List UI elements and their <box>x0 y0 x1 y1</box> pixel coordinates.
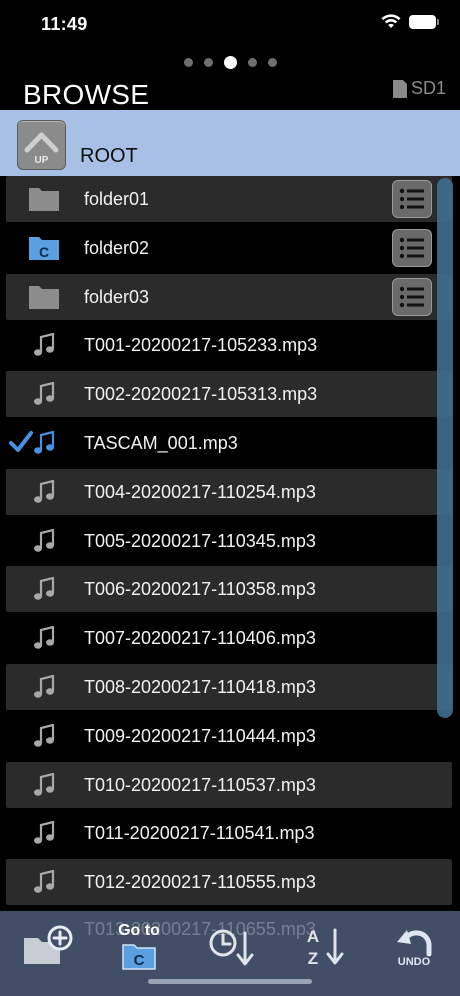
item-name: T004-20200217-110254.mp3 <box>84 482 316 502</box>
file-row[interactable]: T002-20200217-105313.mp3 <box>6 371 452 417</box>
status-bar: 11:49 <box>0 0 460 52</box>
music-note-icon <box>26 818 62 848</box>
music-note-icon <box>26 526 62 556</box>
page-title: BROWSE <box>23 79 150 110</box>
page-dot[interactable] <box>223 55 237 69</box>
scrollbar[interactable] <box>437 178 453 718</box>
item-name: T010-20200217-110537.mp3 <box>84 775 316 795</box>
item-name: T011-20200217-110541.mp3 <box>84 823 315 843</box>
folder-icon <box>26 282 62 312</box>
music-note-icon <box>26 867 62 897</box>
music-note-icon <box>26 574 62 604</box>
up-button[interactable]: UP <box>17 120 66 170</box>
item-name: T012-20200217-110555.mp3 <box>84 872 316 892</box>
item-name: T007-20200217-110406.mp3 <box>84 628 316 648</box>
current-folder-bar: UP ROOT <box>0 110 460 176</box>
item-name: T008-20200217-110418.mp3 <box>84 677 316 697</box>
music-note-icon <box>26 477 62 507</box>
music-note-icon <box>26 623 62 653</box>
page-dot[interactable] <box>267 57 277 67</box>
item-name: TASCAM_001.mp3 <box>84 433 238 453</box>
file-row[interactable]: T006-20200217-110358.mp3 <box>6 566 452 612</box>
file-row[interactable]: T005-20200217-110345.mp3 <box>6 518 452 564</box>
undo-icon <box>397 930 432 957</box>
list-menu-icon <box>399 188 424 210</box>
new-folder-button[interactable] <box>18 911 76 981</box>
file-list[interactable]: folder01 Cfolder02 folder03 T001-20200217-1… <box>6 176 452 911</box>
music-note-icon <box>26 379 62 409</box>
music-note-icon <box>26 428 62 458</box>
page-dot[interactable] <box>203 57 213 67</box>
go-to-current-folder-button[interactable]: Go to C <box>108 911 170 981</box>
folder-menu-button[interactable] <box>392 278 432 316</box>
folder-icon <box>26 184 62 214</box>
music-note-icon <box>26 721 62 751</box>
battery-icon <box>409 14 439 29</box>
sort-by-date-button[interactable] <box>200 911 260 981</box>
file-row[interactable]: T012-20200217-110555.mp3 <box>6 859 452 905</box>
item-name: folder03 <box>84 287 150 307</box>
folder-row[interactable]: folder03 <box>6 274 452 320</box>
folder-row[interactable]: folder01 <box>6 176 452 222</box>
sd-card-icon <box>392 79 407 98</box>
file-row[interactable]: T004-20200217-110254.mp3 <box>6 469 452 515</box>
item-name: T002-20200217-105313.mp3 <box>84 384 318 404</box>
current-folder-icon: C <box>122 944 156 970</box>
folder-row[interactable]: Cfolder02 <box>6 225 452 271</box>
music-note-icon <box>26 330 62 360</box>
file-row[interactable]: T011-20200217-110541.mp3 <box>6 810 452 856</box>
file-row[interactable]: T010-20200217-110537.mp3 <box>6 762 452 808</box>
page-dot[interactable] <box>247 57 257 67</box>
go-to-label: Go to <box>118 922 160 939</box>
file-row[interactable]: T009-20200217-110444.mp3 <box>6 713 452 759</box>
svg-text:C: C <box>39 244 49 260</box>
undo-button[interactable]: UNDO <box>386 911 442 981</box>
undo-label: UNDO <box>397 956 431 968</box>
sort-alphabetical-icon: A Z <box>307 927 344 968</box>
item-name: folder02 <box>84 238 150 258</box>
folder-menu-button[interactable] <box>392 229 432 267</box>
svg-text:A: A <box>307 927 319 946</box>
file-row[interactable]: TASCAM_001.mp3 <box>6 420 452 466</box>
file-row[interactable]: T008-20200217-110418.mp3 <box>6 664 452 710</box>
up-arrow-icon <box>24 132 59 153</box>
file-row[interactable]: T007-20200217-110406.mp3 <box>6 615 452 661</box>
storage-label: SD1 <box>410 78 446 98</box>
music-note-icon <box>26 672 62 702</box>
sort-by-time-icon <box>209 929 254 966</box>
item-name: T009-20200217-110444.mp3 <box>84 726 316 746</box>
item-name: T001-20200217-105233.mp3 <box>84 335 318 355</box>
current-folder-icon: C <box>26 233 62 263</box>
page-dot[interactable] <box>183 57 193 67</box>
storage-indicator: SD1 <box>392 78 446 99</box>
list-menu-icon <box>399 237 424 259</box>
item-name: folder01 <box>84 189 150 209</box>
folder-menu-button[interactable] <box>392 180 432 218</box>
svg-text:Z: Z <box>308 949 318 968</box>
wifi-icon <box>381 14 401 28</box>
page-indicator[interactable] <box>0 55 460 69</box>
status-icons <box>381 14 439 29</box>
svg-text:C: C <box>134 952 145 969</box>
status-time: 11:49 <box>41 14 88 34</box>
sort-by-name-button[interactable]: A Z <box>294 911 352 981</box>
up-label: UP <box>34 155 49 166</box>
list-menu-icon <box>399 286 424 308</box>
home-indicator[interactable] <box>148 979 312 984</box>
file-row[interactable]: T001-20200217-105233.mp3 <box>6 322 452 368</box>
item-name: T005-20200217-110345.mp3 <box>84 531 316 551</box>
new-folder-icon <box>24 925 73 964</box>
music-note-icon <box>26 770 62 800</box>
item-name: T006-20200217-110358.mp3 <box>84 579 316 599</box>
current-path: ROOT <box>80 145 138 167</box>
